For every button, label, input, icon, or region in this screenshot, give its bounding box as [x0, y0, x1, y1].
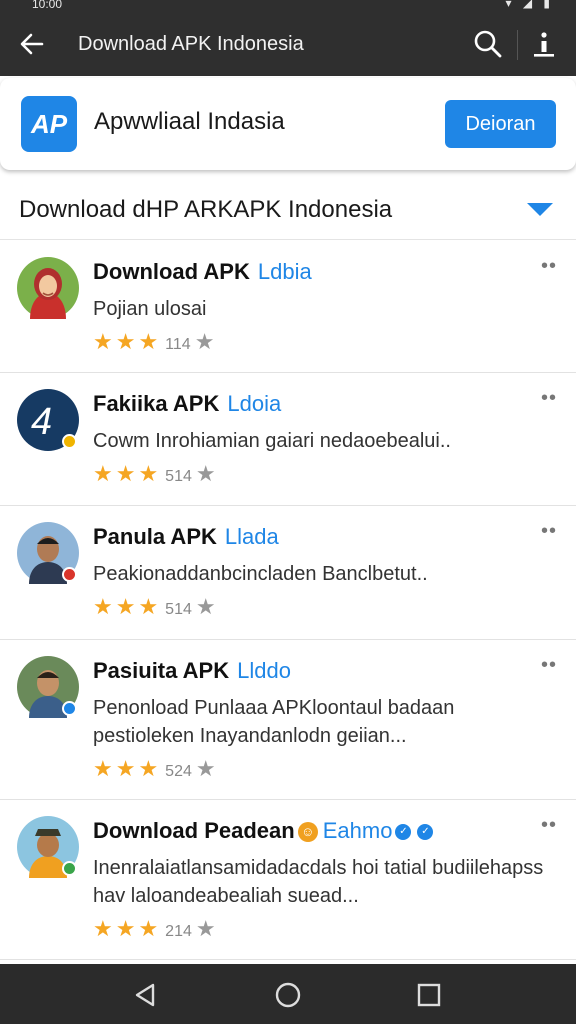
rating-count: 514	[165, 468, 192, 485]
rating-count: 114	[165, 336, 191, 353]
emoji-badge-icon: ☺	[297, 822, 318, 843]
item-name: Pasiuita APK Llddo	[93, 658, 291, 683]
page-title: Download APK Indonesia	[78, 33, 304, 55]
verified-badge-icon	[62, 434, 77, 449]
home-nav-icon[interactable]	[273, 980, 303, 1010]
item-tag: Llddo	[237, 658, 291, 683]
rating-count: 214	[165, 923, 192, 940]
status-time: 10:00	[32, 0, 63, 11]
item-tag: Ldbia	[257, 259, 312, 284]
item-rating: ★★★ 114 ★	[93, 329, 215, 354]
item-name: Download Peadean ☺ Eahmo ✓ ✓	[93, 818, 436, 844]
avatar	[17, 257, 79, 319]
star-icon: ★	[195, 756, 216, 781]
item-rating: ★★★ 214 ★	[93, 916, 216, 941]
item-overflow-icon[interactable]: ••	[541, 255, 557, 278]
item-tag: Llada	[224, 524, 279, 549]
avatar	[17, 816, 79, 878]
avatar: 4	[17, 389, 79, 451]
appbar-divider	[517, 30, 518, 60]
section-header[interactable]: Download dHP ARKAPK Indonesia	[0, 182, 576, 240]
item-name: Fakiika APK Ldoia	[93, 391, 282, 416]
back-nav-icon[interactable]	[131, 980, 161, 1010]
item-description: Inenralaiatlansamidadacdals hoi tatial b…	[93, 857, 544, 907]
item-overflow-icon[interactable]: ••	[541, 520, 557, 543]
item-description: Pojian ulosai	[93, 298, 207, 320]
svg-text:4: 4	[31, 401, 52, 443]
item-name: Download APK Ldbia	[93, 259, 312, 284]
item-overflow-icon[interactable]: ••	[541, 814, 557, 837]
avatar	[17, 656, 79, 718]
list-item[interactable]: Download APK Ldbia Pojian ulosai ★★★ 114 ★ …	[0, 241, 576, 373]
item-overflow-icon[interactable]: ••	[541, 387, 557, 410]
rating-count: 514	[165, 601, 192, 618]
dropdown-caret-icon[interactable]	[527, 203, 553, 216]
star-icon: ★	[195, 461, 216, 486]
item-description: Peakionaddanbcincladen Banclbetut..	[93, 563, 428, 585]
app-header-card: AP Apwwliaal Indasia Deioran	[0, 78, 576, 170]
item-rating: ★★★ 524 ★	[93, 756, 216, 781]
verified-badge-icon	[62, 861, 77, 876]
recents-nav-icon[interactable]	[414, 980, 444, 1010]
verified-badge-icon	[62, 701, 77, 716]
list-item[interactable]: 4 Fakiika APK Ldoia Cowm Inrohiamian gaia…	[0, 373, 576, 506]
verified-badge-icon: ✓	[395, 824, 412, 841]
avatar	[17, 522, 79, 584]
item-description: Cowm Inrohiamian gaiari nedaoebealui..	[93, 430, 451, 452]
status-icons: ▾ ◢ ▮	[505, 0, 554, 10]
item-description: Penonload Punlaaa APKloontaul badaan pes…	[93, 697, 455, 747]
item-tag: Ldoia	[227, 391, 282, 416]
rating-count: 524	[165, 763, 192, 780]
item-overflow-icon[interactable]: ••	[541, 654, 557, 677]
back-arrow-icon[interactable]	[14, 26, 50, 62]
verified-badge-icon: ✓	[417, 824, 434, 841]
star-icon: ★	[195, 594, 216, 619]
list-item[interactable]: Download Peadean ☺ Eahmo ✓ ✓ Inenralaiatlans…	[0, 800, 576, 960]
main-content: AP Apwwliaal Indasia Deioran Download dH…	[0, 76, 576, 964]
primary-action-button[interactable]: Deioran	[445, 100, 556, 148]
item-rating: ★★★ 514 ★	[93, 461, 216, 486]
list-item[interactable]: Panula APK Llada Peakionaddanbcincladen B…	[0, 506, 576, 640]
item-tag: Eahmo	[322, 818, 393, 843]
more-vert-icon[interactable]	[528, 26, 560, 62]
star-icon: ★	[195, 916, 216, 941]
system-nav-bar	[0, 964, 576, 1024]
section-title: Download dHP ARKAPK Indonesia	[19, 196, 393, 223]
item-name: Panula APK Llada	[93, 524, 279, 549]
app-logo: AP	[21, 96, 77, 152]
status-badge-icon	[62, 567, 77, 582]
search-icon[interactable]	[470, 26, 506, 62]
top-app-bar: Download APK Indonesia	[0, 14, 576, 76]
list-item[interactable]: Pasiuita APK Llddo Penonload Punlaaa APKl…	[0, 640, 576, 800]
apk-list: Download APK Ldbia Pojian ulosai ★★★ 114 ★ …	[0, 241, 576, 960]
app-name: Apwwliaal Indasia	[94, 108, 285, 135]
status-bar: 10:00 ▾ ◢ ▮	[0, 0, 576, 14]
star-icon: ★	[194, 329, 215, 354]
item-rating: ★★★ 514 ★	[93, 594, 216, 619]
